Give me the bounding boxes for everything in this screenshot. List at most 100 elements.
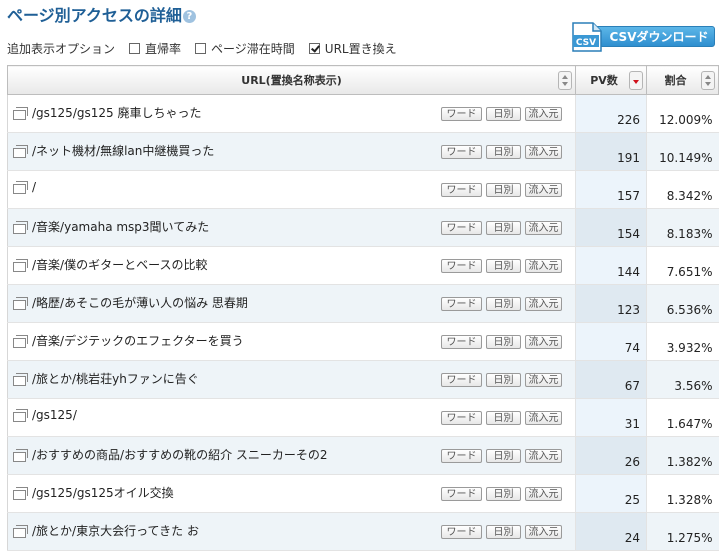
pct-cell: 3.932% (646, 322, 719, 361)
url-link[interactable]: /おすすめの商品/おすすめの靴の紹介 スニーカーその2 (13, 446, 328, 463)
word-button[interactable]: ワード (441, 449, 482, 463)
word-button[interactable]: ワード (441, 487, 482, 501)
word-button[interactable]: ワード (441, 373, 482, 387)
daily-button[interactable]: 日別 (486, 487, 521, 501)
pct-value: 3.932% (666, 341, 713, 355)
pv-value: 226 (617, 113, 640, 127)
display-options: 追加表示オプション 直帰率 ページ滞在時間 URL置き換え (7, 40, 397, 57)
table-row: /gs125/ワード 日別 流入元 31 1.647% (7, 398, 719, 437)
bounce-rate-checkbox[interactable] (129, 43, 141, 54)
pv-cell: 226 (575, 94, 647, 133)
url-text: /音楽/デジテックのエフェクターを買う (32, 334, 244, 348)
daily-button[interactable]: 日別 (486, 525, 521, 539)
url-link[interactable]: / (13, 180, 36, 194)
daily-button[interactable]: 日別 (486, 297, 521, 311)
row-actions: ワード 日別 流入元 (441, 183, 566, 197)
source-button[interactable]: 流入元 (525, 449, 562, 463)
url-link[interactable]: /gs125/gs125オイル交換 (13, 484, 174, 501)
daily-button[interactable]: 日別 (486, 411, 521, 425)
time-on-page-label: ページ滞在時間 (211, 42, 295, 56)
help-icon[interactable]: ? (182, 10, 196, 23)
url-link[interactable]: /旅とか/桃岩荘yhファンに告ぐ (13, 370, 199, 387)
word-button[interactable]: ワード (441, 335, 482, 349)
word-button[interactable]: ワード (441, 145, 482, 159)
option-time-on-page[interactable]: ページ滞在時間 (195, 40, 295, 57)
source-button[interactable]: 流入元 (525, 411, 562, 425)
word-button[interactable]: ワード (441, 183, 482, 197)
source-button[interactable]: 流入元 (525, 259, 562, 273)
source-button[interactable]: 流入元 (525, 221, 562, 235)
pv-cell: 123 (575, 284, 647, 323)
url-link[interactable]: /gs125/ (13, 408, 77, 422)
url-link[interactable]: /gs125/gs125 廃車しちゃった (13, 104, 201, 121)
option-url-replace[interactable]: URL置き換え (308, 40, 397, 57)
pct-value: 12.009% (659, 113, 713, 127)
daily-button[interactable]: 日別 (486, 183, 521, 197)
source-button[interactable]: 流入元 (525, 183, 562, 197)
daily-button[interactable]: 日別 (486, 449, 521, 463)
page-icon (13, 181, 29, 194)
table-row: /ネット機材/無線lan中継機買った ワード 日別 流入元 191 10.149% (7, 132, 719, 171)
sort-pct-icon[interactable] (701, 71, 715, 90)
daily-button[interactable]: 日別 (486, 373, 521, 387)
sort-url-icon[interactable] (558, 71, 572, 90)
url-cell: /略歴/あそこの毛が薄い人の悩み 思春期 ワード 日別 流入元 (7, 284, 576, 323)
word-button[interactable]: ワード (441, 259, 482, 273)
row-actions: ワード 日別 流入元 (441, 335, 566, 349)
source-button[interactable]: 流入元 (525, 487, 562, 501)
pv-cell: 26 (575, 436, 647, 475)
pv-cell: 31 (575, 398, 647, 437)
row-actions: ワード 日別 流入元 (441, 373, 566, 387)
page-title-text: ページ別アクセスの詳細 (7, 6, 182, 25)
daily-button[interactable]: 日別 (486, 145, 521, 159)
url-link[interactable]: /音楽/僕のギターとベースの比較 (13, 256, 208, 273)
url-text: /gs125/gs125オイル交換 (32, 486, 174, 500)
source-button[interactable]: 流入元 (525, 525, 562, 539)
url-link[interactable]: /音楽/yamaha msp3聞いてみた (13, 218, 209, 235)
pct-value: 1.328% (666, 493, 713, 507)
word-button[interactable]: ワード (441, 411, 482, 425)
pct-cell: 8.183% (646, 208, 719, 247)
word-button[interactable]: ワード (441, 107, 482, 121)
daily-button[interactable]: 日別 (486, 259, 521, 273)
row-actions: ワード 日別 流入元 (441, 221, 566, 235)
url-cell: /音楽/デジテックのエフェクターを買う ワード 日別 流入元 (7, 322, 576, 361)
table-row: / ワード 日別 流入元 157 8.342% (7, 170, 719, 209)
column-header-pv[interactable]: PV数 (575, 65, 647, 95)
daily-button[interactable]: 日別 (486, 335, 521, 349)
table-row: /略歴/あそこの毛が薄い人の悩み 思春期 ワード 日別 流入元 123 6.536% (7, 284, 719, 323)
sort-pv-desc-icon[interactable] (629, 71, 643, 90)
url-cell: /旅とか/桃岩荘yhファンに告ぐ ワード 日別 流入元 (7, 360, 576, 399)
word-button[interactable]: ワード (441, 525, 482, 539)
pct-cell: 7.651% (646, 246, 719, 285)
url-replace-checkbox[interactable] (308, 43, 320, 54)
page-icon (13, 220, 29, 234)
source-button[interactable]: 流入元 (525, 145, 562, 159)
url-replace-label: URL置き換え (324, 42, 397, 56)
source-button[interactable]: 流入元 (525, 107, 562, 121)
url-link[interactable]: /ネット機材/無線lan中継機買った (13, 142, 214, 159)
url-link[interactable]: /旅とか/東京大会行ってきた お (13, 522, 199, 539)
word-button[interactable]: ワード (441, 221, 482, 235)
daily-button[interactable]: 日別 (486, 221, 521, 235)
pv-value: 123 (617, 303, 640, 317)
source-button[interactable]: 流入元 (525, 373, 562, 387)
column-header-pct[interactable]: 割合 (646, 65, 719, 95)
csv-download-button[interactable]: CSV CSVダウンロード (571, 22, 715, 52)
source-button[interactable]: 流入元 (525, 297, 562, 311)
daily-button[interactable]: 日別 (486, 107, 521, 121)
pv-cell: 24 (575, 512, 647, 551)
url-text: /旅とか/桃岩荘yhファンに告ぐ (32, 372, 199, 386)
time-on-page-checkbox[interactable] (195, 43, 207, 54)
word-button[interactable]: ワード (441, 297, 482, 311)
url-link[interactable]: /略歴/あそこの毛が薄い人の悩み 思春期 (13, 294, 248, 311)
url-cell: /音楽/yamaha msp3聞いてみた ワード 日別 流入元 (7, 208, 576, 247)
column-header-url[interactable]: URL(置換名称表示) (7, 65, 576, 95)
option-bounce-rate[interactable]: 直帰率 (129, 40, 181, 57)
pct-value: 1.647% (666, 417, 713, 431)
table-row: /旅とか/桃岩荘yhファンに告ぐ ワード 日別 流入元 67 3.56% (7, 360, 719, 399)
source-button[interactable]: 流入元 (525, 335, 562, 349)
url-text: /略歴/あそこの毛が薄い人の悩み 思春期 (32, 296, 248, 310)
csv-file-icon: CSV (572, 22, 602, 52)
url-link[interactable]: /音楽/デジテックのエフェクターを買う (13, 332, 244, 349)
